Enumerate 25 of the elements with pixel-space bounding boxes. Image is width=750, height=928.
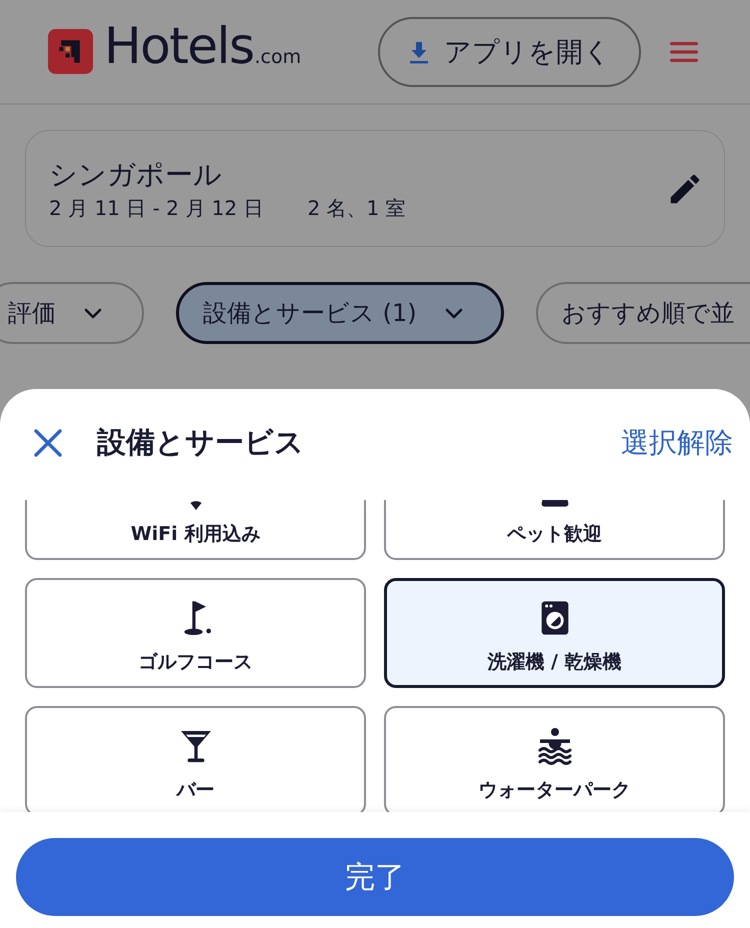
search-summary-card[interactable]: シンガポール 2 月 11 日 - 2 月 12 日 2 名、1 室 xyxy=(25,130,725,247)
destination-text: シンガポール xyxy=(49,156,223,192)
filter-chip[interactable]: おすすめ順で並 xyxy=(536,282,750,344)
amenity-tile[interactable]: 洗濯機 / 乾燥機 xyxy=(384,578,725,688)
chevron-down-icon xyxy=(444,308,463,318)
done-button[interactable]: 完了 xyxy=(16,838,734,916)
pencil-icon[interactable] xyxy=(670,174,700,204)
menu-icon[interactable] xyxy=(670,42,698,62)
amenity-tile[interactable]: WiFi 利用込み xyxy=(25,500,366,560)
amenity-tile[interactable]: ウォーターパーク xyxy=(384,706,725,812)
clear-selection-link[interactable]: 選択解除 xyxy=(621,424,733,462)
dates-text: 2 月 11 日 - 2 月 12 日 xyxy=(49,194,264,220)
close-icon[interactable] xyxy=(33,428,63,458)
filter-chip[interactable]: 評価 xyxy=(0,282,144,344)
chevron-down-icon xyxy=(84,308,102,318)
sheet-title: 設備とサービス xyxy=(97,424,304,461)
guests-text: 2 名、1 室 xyxy=(307,194,406,220)
amenity-tile[interactable]: ペット歓迎 xyxy=(384,500,725,560)
amenity-tile[interactable]: ゴルフコース xyxy=(25,578,366,688)
open-app-button[interactable]: アプリを開く xyxy=(378,16,641,86)
filter-chip[interactable]: 設備とサービス (1) xyxy=(176,282,504,344)
download-icon xyxy=(408,40,430,64)
logo-wordmark: Hotels.com xyxy=(104,18,302,77)
amenity-tile[interactable]: バー xyxy=(25,706,366,812)
logo-icon xyxy=(48,29,93,74)
